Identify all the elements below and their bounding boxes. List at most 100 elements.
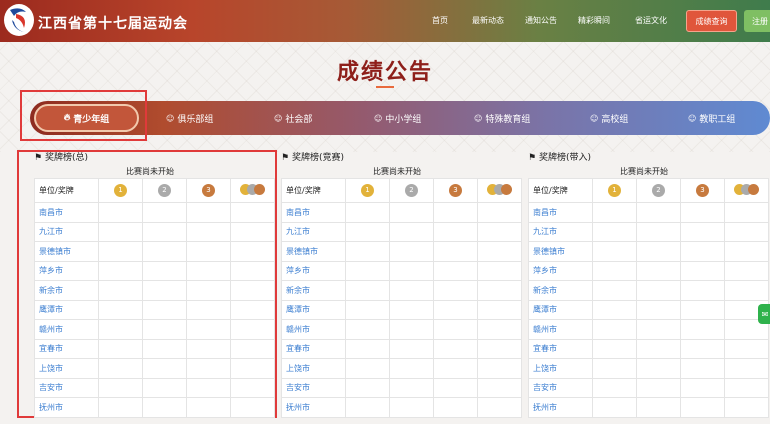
city-link[interactable]: 抚州市	[528, 397, 593, 418]
table-row: 新余市	[34, 280, 275, 301]
city-link[interactable]: 南昌市	[528, 202, 593, 223]
city-link[interactable]: 赣州市	[281, 319, 346, 340]
panel-title: ⚑ 奖牌榜(带入)	[528, 153, 591, 163]
city-link[interactable]: 上饶市	[528, 358, 593, 379]
city-link[interactable]: 新余市	[528, 280, 593, 301]
tab-special-education[interactable]: ☺ 特殊教育组	[474, 101, 530, 135]
city-link[interactable]: 鹰潭市	[528, 299, 593, 320]
floating-side-widget[interactable]: ✉	[758, 304, 770, 324]
medal-count-cell	[389, 299, 434, 320]
gold-medal-icon: 1	[361, 184, 374, 197]
tab-primary-secondary[interactable]: ☺ 中小学组	[374, 101, 421, 135]
table-row: 上饶市	[281, 358, 522, 379]
table-row: 鹰潭市	[528, 299, 769, 320]
city-link[interactable]: 鹰潭市	[34, 299, 99, 320]
tab-university[interactable]: ☺ 高校组	[590, 101, 628, 135]
tab-highlight-box	[20, 90, 147, 141]
medal-table: 单位/奖牌 1 2 3 南昌市 九江市 景德镇市 萍乡市 新余市 鹰潭市 赣州市 宜春市 上饶市…	[281, 178, 522, 418]
medal-count-cell	[186, 397, 231, 418]
city-link[interactable]: 赣州市	[528, 319, 593, 340]
users-icon: ☺	[590, 113, 599, 123]
city-link[interactable]: 宜春市	[281, 338, 346, 359]
tab-staff[interactable]: ☺ 教职工组	[688, 101, 735, 135]
nav-notices[interactable]: 通知公告	[525, 15, 557, 26]
medal-count-cell	[636, 358, 681, 379]
medal-table: 单位/奖牌 1 2 3 南昌市 九江市 景德镇市 萍乡市 新余市 鹰潭市 赣州市 宜春市 上饶市…	[528, 178, 769, 418]
medal-count-cell	[142, 241, 187, 262]
table-body: 南昌市 九江市 景德镇市 萍乡市 新余市 鹰潭市 赣州市 宜春市 上饶市 吉安市 抚州市	[281, 202, 522, 418]
city-link[interactable]: 吉安市	[528, 377, 593, 398]
table-row: 吉安市	[528, 377, 769, 398]
city-link[interactable]: 九江市	[34, 221, 99, 242]
city-link[interactable]: 九江市	[281, 221, 346, 242]
city-link[interactable]: 萍乡市	[528, 260, 593, 281]
tab-society[interactable]: ☺ 社会部	[274, 101, 312, 135]
city-link[interactable]: 宜春市	[34, 338, 99, 359]
medal-count-cell	[477, 338, 522, 359]
bronze-medal-icon: 3	[696, 184, 709, 197]
city-link[interactable]: 抚州市	[34, 397, 99, 418]
city-link[interactable]: 景德镇市	[34, 241, 99, 262]
nav-culture[interactable]: 省运文化	[635, 15, 667, 26]
nav-highlights[interactable]: 精彩瞬间	[578, 15, 610, 26]
table-row: 上饶市	[528, 358, 769, 379]
medal-count-cell	[230, 221, 275, 242]
city-link[interactable]: 南昌市	[281, 202, 346, 223]
medal-count-cell	[680, 358, 725, 379]
table-body: 南昌市 九江市 景德镇市 萍乡市 新余市 鹰潭市 赣州市 宜春市 上饶市 吉安市 抚州市	[528, 202, 769, 418]
city-link[interactable]: 吉安市	[281, 377, 346, 398]
medal-count-cell	[724, 358, 769, 379]
medal-count-cell	[230, 280, 275, 301]
medal-count-cell	[433, 260, 478, 281]
city-link[interactable]: 萍乡市	[281, 260, 346, 281]
nav-news[interactable]: 最新动态	[472, 15, 504, 26]
table-row: 九江市	[281, 221, 522, 242]
register-button[interactable]: 注册	[744, 10, 770, 32]
city-link[interactable]: 上饶市	[281, 358, 346, 379]
medal-count-cell	[724, 280, 769, 301]
medal-count-cell	[477, 260, 522, 281]
medal-count-cell	[433, 280, 478, 301]
table-row: 景德镇市	[34, 241, 275, 262]
city-link[interactable]: 宜春市	[528, 338, 593, 359]
medal-count-cell	[345, 358, 390, 379]
bronze-medal-icon: 3	[449, 184, 462, 197]
city-link[interactable]: 新余市	[281, 280, 346, 301]
medal-count-cell	[230, 319, 275, 340]
city-link[interactable]: 九江市	[528, 221, 593, 242]
medal-count-cell	[680, 202, 725, 223]
tab-club[interactable]: ☺ 俱乐部组	[166, 101, 213, 135]
city-link[interactable]: 景德镇市	[528, 241, 593, 262]
medal-count-cell	[186, 202, 231, 223]
medal-count-cell	[680, 221, 725, 242]
table-row: 吉安市	[34, 377, 275, 398]
total-medals-icon	[733, 184, 760, 197]
city-link[interactable]: 景德镇市	[281, 241, 346, 262]
city-link[interactable]: 吉安市	[34, 377, 99, 398]
panel-status: 比赛尚未开始	[620, 167, 668, 176]
city-link[interactable]: 新余市	[34, 280, 99, 301]
table-row: 萍乡市	[281, 260, 522, 281]
medal-count-cell	[680, 377, 725, 398]
medal-count-cell	[680, 397, 725, 418]
city-link[interactable]: 上饶市	[34, 358, 99, 379]
flag-icon: ⚑	[281, 153, 290, 163]
medal-count-cell	[186, 358, 231, 379]
medal-count-cell	[477, 299, 522, 320]
medal-count-cell	[433, 397, 478, 418]
table-row: 吉安市	[281, 377, 522, 398]
city-link[interactable]: 抚州市	[281, 397, 346, 418]
city-link[interactable]: 南昌市	[34, 202, 99, 223]
table-row: 新余市	[281, 280, 522, 301]
city-link[interactable]: 赣州市	[34, 319, 99, 340]
city-link[interactable]: 鹰潭市	[281, 299, 346, 320]
flag-icon: ⚑	[528, 153, 537, 163]
medal-count-cell	[636, 377, 681, 398]
nav-home[interactable]: 首页	[432, 15, 448, 26]
results-query-button[interactable]: 成绩查询	[686, 10, 737, 32]
medal-count-cell	[230, 202, 275, 223]
city-link[interactable]: 萍乡市	[34, 260, 99, 281]
medal-count-cell	[592, 299, 637, 320]
medal-count-cell	[142, 319, 187, 340]
medal-count-cell	[592, 338, 637, 359]
